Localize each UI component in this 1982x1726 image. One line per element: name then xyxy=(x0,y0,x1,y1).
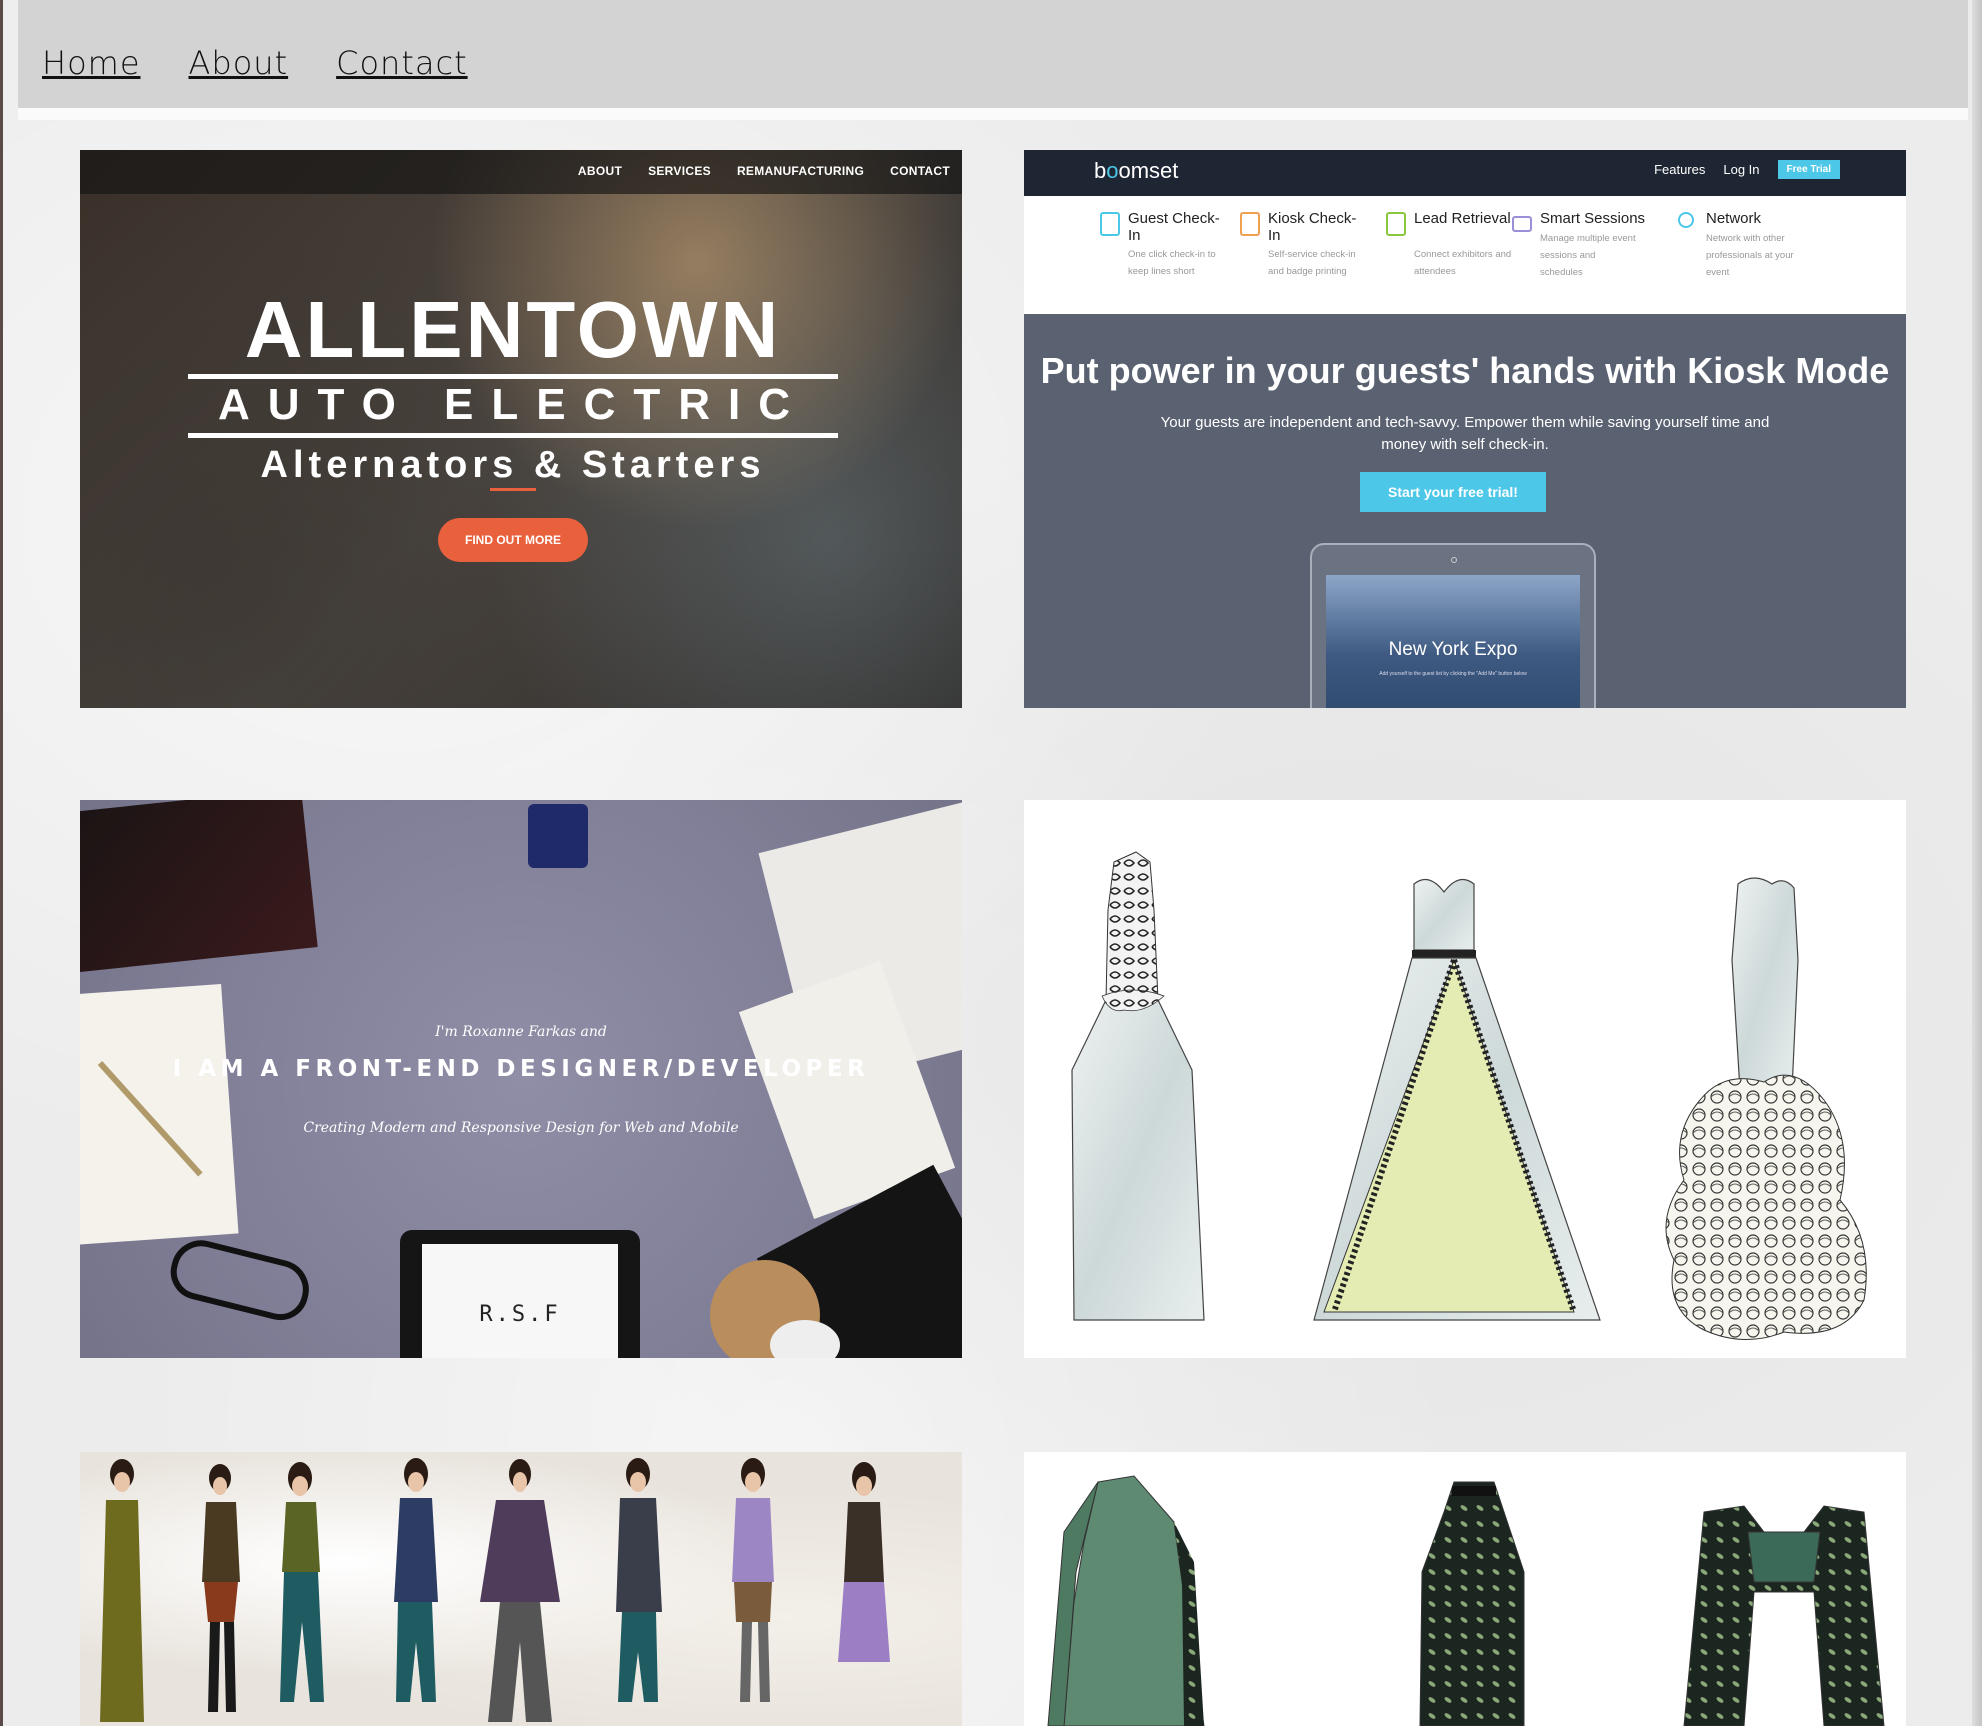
roxanne-tablet: R.S.F xyxy=(400,1230,640,1358)
portfolio-tile-dresses[interactable] xyxy=(1024,800,1906,1358)
wallet-prop xyxy=(80,800,318,973)
allentown-rule xyxy=(188,374,838,379)
top-navbar: Home About Contact xyxy=(18,0,1968,108)
boomset-free-trial-button: Free Trial xyxy=(1777,160,1840,179)
nav-contact-link[interactable]: Contact xyxy=(336,44,468,82)
tablet-icon xyxy=(1100,212,1120,236)
dress-sketches-image xyxy=(1071,851,1867,1340)
phone-icon xyxy=(1386,212,1406,236)
allentown-menu-remanufacturing: REMANUFACTURING xyxy=(736,164,865,178)
roxanne-title: I AM A FRONT-END DESIGNER/DEVELOPER xyxy=(172,1056,870,1082)
portfolio-tile-roxanne[interactable]: R.S.F I'm Roxanne Farkas and I AM A FRON… xyxy=(80,800,962,1358)
glasses-prop xyxy=(164,1233,316,1327)
network-icon xyxy=(1678,212,1694,228)
roxanne-tagline: Creating Modern and Responsive Design fo… xyxy=(303,1120,739,1136)
boomset-headline: Put power in your guests' hands with Kio… xyxy=(1040,350,1890,391)
allentown-menu-about: ABOUT xyxy=(577,164,623,178)
allentown-hero-text: ALLENTOWN AUTO ELECTRIC Alternators & St… xyxy=(188,290,838,490)
allentown-title: ALLENTOWN xyxy=(244,285,782,374)
chart-icon xyxy=(1512,216,1532,232)
roxanne-intro: I'm Roxanne Farkas and xyxy=(435,1024,607,1040)
kiosk-icon xyxy=(1240,212,1260,236)
nav-links: Home About Contact xyxy=(42,44,468,82)
boomset-nav-features: Features xyxy=(1654,162,1706,177)
navbar-divider xyxy=(18,108,1968,120)
boomset-features-strip: Guest Check-In One click check-in to kee… xyxy=(1024,196,1906,314)
allentown-menu-contact: CONTACT xyxy=(890,164,950,178)
boomset-logo: boomset xyxy=(1094,158,1179,183)
camera-icon xyxy=(1451,557,1457,563)
boomset-nav: Features Log In Free Trial xyxy=(1654,160,1840,179)
allentown-accent-rule xyxy=(490,488,536,491)
boomset-nav-login: Log In xyxy=(1723,162,1760,177)
tablet-screen: New York Expo Add yourself to the guest … xyxy=(1326,575,1580,708)
allentown-rule-2 xyxy=(188,433,838,438)
boomset-start-trial-button: Start your free trial! xyxy=(1360,472,1546,512)
perfume-bottle-prop xyxy=(528,804,588,868)
tablet-expo-note: Add yourself to the guest list by clicki… xyxy=(1379,671,1527,677)
allentown-menu-services: SERVICES xyxy=(648,164,711,178)
nav-home-link[interactable]: Home xyxy=(42,44,141,82)
boomset-header: boomset Features Log In Free Trial xyxy=(1024,150,1906,196)
allentown-menu-bar: ABOUT SERVICES REMANUFACTURING CONTACT xyxy=(80,150,962,194)
boomset-subline: Your guests are independent and tech-sav… xyxy=(1160,414,1770,453)
allentown-find-out-more-button: FIND OUT MORE xyxy=(438,518,588,562)
boomset-tablet-mockup: New York Expo Add yourself to the guest … xyxy=(1310,543,1596,708)
portfolio-tile-figures[interactable] xyxy=(80,1452,962,1726)
allentown-subtitle: AUTO ELECTRIC xyxy=(217,380,809,429)
tablet-expo-title: New York Expo xyxy=(1388,639,1518,660)
portfolio-tile-dresses-2[interactable] xyxy=(1024,1452,1906,1726)
allentown-tagline: Alternators & Starters xyxy=(260,444,766,486)
portfolio-tile-boomset[interactable]: boomset Features Log In Free Trial Guest… xyxy=(1024,150,1906,708)
scrollbar-track[interactable] xyxy=(1972,0,1982,1726)
rsf-logo-text: R.S.F xyxy=(479,1302,561,1327)
portfolio-tile-allentown[interactable]: ABOUT SERVICES REMANUFACTURING CONTACT A… xyxy=(80,150,962,708)
fashion-figures-image xyxy=(100,1458,890,1722)
dress-sketches-2-image xyxy=(1047,1475,1885,1726)
nav-about-link[interactable]: About xyxy=(189,44,289,82)
window-edge xyxy=(0,0,3,1726)
